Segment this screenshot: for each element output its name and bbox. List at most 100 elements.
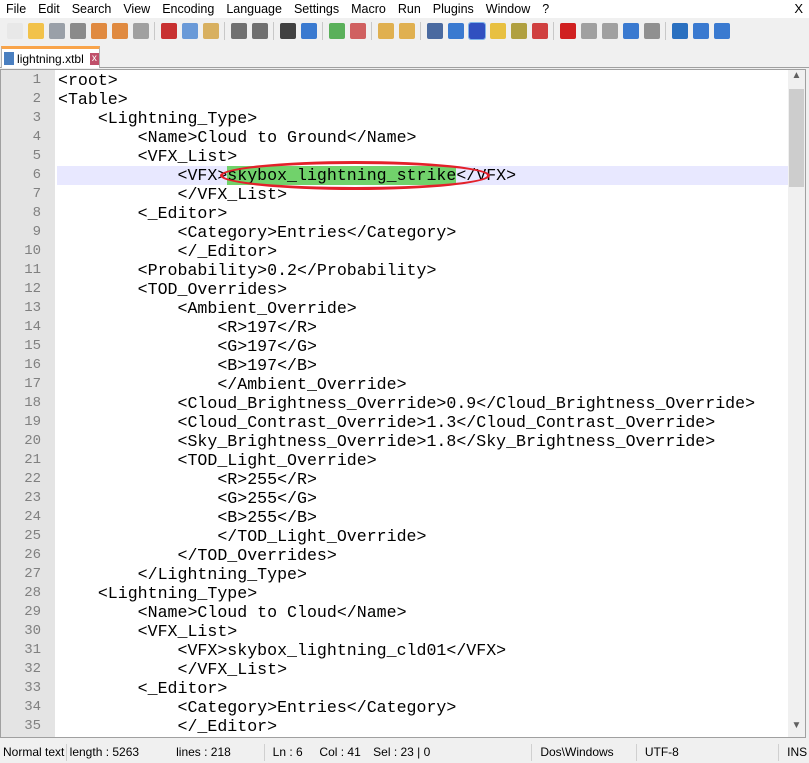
copy-icon[interactable] xyxy=(182,23,198,39)
undo-icon[interactable] xyxy=(231,23,247,39)
line-text: <VFX>skybox_lightning_cld01</VFX> xyxy=(58,641,507,660)
line-number: 7 xyxy=(32,186,41,202)
run-macro-multiple-icon[interactable] xyxy=(623,23,639,39)
code-line: 15 <G>197</G> xyxy=(1,337,788,356)
line-text: <Name>Cloud to Ground</Name> xyxy=(58,128,417,147)
save-all-icon[interactable] xyxy=(70,23,86,39)
save-icon[interactable] xyxy=(49,23,65,39)
line-text: <_Editor> xyxy=(58,204,228,223)
line-text: <TOD_Light_Override> xyxy=(58,451,377,470)
line-number: 8 xyxy=(32,205,41,221)
menu-macro[interactable]: Macro xyxy=(345,2,392,16)
close-document-button[interactable]: X xyxy=(794,1,803,16)
line-number: 33 xyxy=(24,680,41,696)
code-line: 33 <_Editor> xyxy=(1,679,788,698)
code-line: 10 </_Editor> xyxy=(1,242,788,261)
sync-vertical-icon[interactable] xyxy=(378,23,394,39)
cut-icon[interactable] xyxy=(161,23,177,39)
line-number: 2 xyxy=(32,91,41,107)
menu-view[interactable]: View xyxy=(117,2,156,16)
indent-guide-icon[interactable] xyxy=(468,22,486,40)
toolbar-separator xyxy=(154,22,155,40)
line-text: </VFX_List> xyxy=(58,660,288,679)
replace-icon[interactable] xyxy=(301,23,317,39)
menu-search[interactable]: Search xyxy=(66,2,118,16)
code-line: 23 <G>255</G> xyxy=(1,489,788,508)
doc-map-icon[interactable] xyxy=(511,23,527,39)
code-line: 5 <VFX_List> xyxy=(1,147,788,166)
line-text: <TOD_Overrides> xyxy=(58,280,288,299)
line-number: 20 xyxy=(24,433,41,449)
status-bar: Normal text length : 5263 lines : 218 Ln… xyxy=(0,742,809,763)
menu-edit[interactable]: Edit xyxy=(32,2,66,16)
close-icon[interactable] xyxy=(91,23,107,39)
code-editor[interactable]: 1 <root> 2 <Table> 3 <Lightning_Type> 4 <Name… xyxy=(0,69,806,738)
udl-icon[interactable] xyxy=(490,23,506,39)
code-line: 14 <R>197</R> xyxy=(1,318,788,337)
word-wrap-icon[interactable] xyxy=(427,23,443,39)
tab-lightning-xtbl[interactable]: lightning.xtbl x xyxy=(1,46,100,68)
stop-macro-icon[interactable] xyxy=(581,23,597,39)
tab-close-icon[interactable]: x xyxy=(89,52,99,65)
tab-label: lightning.xtbl xyxy=(17,51,84,66)
menu-encoding[interactable]: Encoding xyxy=(156,2,220,16)
code-line: 9 <Category>Entries</Category> xyxy=(1,223,788,242)
fold-all-icon[interactable] xyxy=(672,23,688,39)
line-text: <Lightning_Type> xyxy=(58,584,258,603)
down-icon[interactable] xyxy=(714,23,730,39)
editor-lines: 1 <root> 2 <Table> 3 <Lightning_Type> 4 <Name… xyxy=(1,71,788,736)
toolbar-separator xyxy=(553,22,554,40)
close-all-icon[interactable] xyxy=(112,23,128,39)
code-line: 8 <_Editor> xyxy=(1,204,788,223)
open-file-icon[interactable] xyxy=(28,23,44,39)
menu-language[interactable]: Language xyxy=(220,2,288,16)
zoom-in-icon[interactable] xyxy=(329,23,345,39)
line-text: <VFX_List> xyxy=(58,622,238,641)
show-all-chars-icon[interactable] xyxy=(448,23,464,39)
play-macro-icon[interactable] xyxy=(602,23,618,39)
record-macro-icon[interactable] xyxy=(560,23,576,39)
menu-run[interactable]: Run xyxy=(392,2,427,16)
sync-horizontal-icon[interactable] xyxy=(399,23,415,39)
line-text: <Name>Cloud to Cloud</Name> xyxy=(58,603,407,622)
code-line: 18 <Cloud_Brightness_Override>0.9</Cloud… xyxy=(1,394,788,413)
line-number: 17 xyxy=(24,376,41,392)
code-line: 4 <Name>Cloud to Ground</Name> xyxy=(1,128,788,147)
save-macro-icon[interactable] xyxy=(644,23,660,39)
toolbar-separator xyxy=(371,22,372,40)
line-number: 15 xyxy=(24,338,41,354)
vertical-scrollbar[interactable]: ▲ ▼ xyxy=(788,70,805,737)
line-number: 3 xyxy=(32,110,41,126)
status-lines: lines : 218 xyxy=(173,744,265,761)
menu-settings[interactable]: Settings xyxy=(288,2,345,16)
scroll-up-icon[interactable]: ▲ xyxy=(788,70,805,87)
new-file-icon[interactable] xyxy=(7,23,23,39)
menu-help[interactable]: ? xyxy=(536,2,555,16)
line-text: </Ambient_Override> xyxy=(58,375,407,394)
print-icon[interactable] xyxy=(133,23,149,39)
scrollbar-thumb[interactable] xyxy=(789,89,804,187)
menu-window[interactable]: Window xyxy=(480,2,536,16)
code-line: 7 </VFX_List> xyxy=(1,185,788,204)
line-text: <root> xyxy=(58,71,118,90)
function-list-icon[interactable] xyxy=(532,23,548,39)
code-line: 25 </TOD_Light_Override> xyxy=(1,527,788,546)
toolbar-separator xyxy=(273,22,274,40)
saved-file-icon xyxy=(4,52,15,65)
line-number: 9 xyxy=(32,224,41,240)
menu-plugins[interactable]: Plugins xyxy=(427,2,480,16)
line-number: 4 xyxy=(32,129,41,145)
line-text: <VFX_List> xyxy=(58,147,238,166)
code-line: 1 <root> xyxy=(1,71,788,90)
scroll-down-icon[interactable]: ▼ xyxy=(788,720,805,737)
up-icon[interactable] xyxy=(693,23,709,39)
find-icon[interactable] xyxy=(280,23,296,39)
line-text: <_Editor> xyxy=(58,679,228,698)
code-line: 12 <TOD_Overrides> xyxy=(1,280,788,299)
paste-icon[interactable] xyxy=(203,23,219,39)
redo-icon[interactable] xyxy=(252,23,268,39)
menu-file[interactable]: File xyxy=(0,2,32,16)
code-line: 16 <B>197</B> xyxy=(1,356,788,375)
zoom-out-icon[interactable] xyxy=(350,23,366,39)
line-text: <Category>Entries</Category> xyxy=(58,223,457,242)
